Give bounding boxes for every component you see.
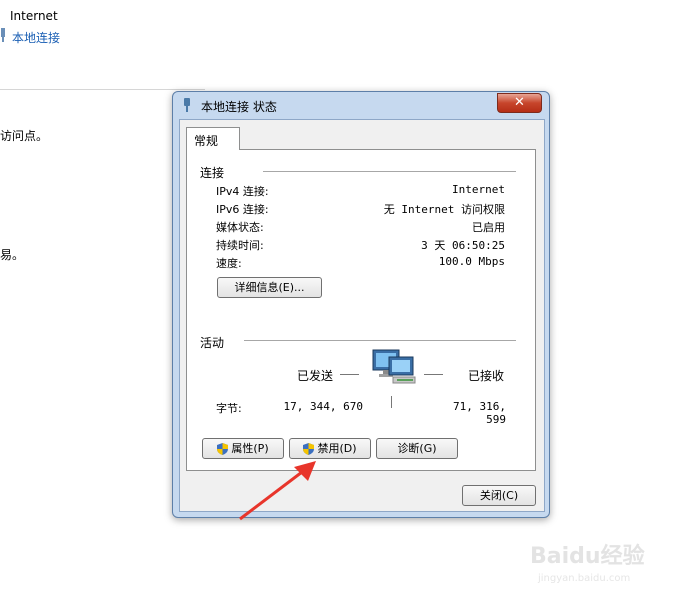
divider [0,89,205,90]
speed-label: 速度: [216,257,242,270]
ipv6-label: IPv6 连接: [216,203,269,216]
uac-shield-icon [303,443,315,455]
media-state-value: 已启用 [472,221,505,234]
duration-label: 持续时间: [216,239,264,252]
close-window-button[interactable]: ✕ [497,93,542,113]
connection-heading: 连接 [200,166,225,180]
activity-heading: 活动 [200,336,225,350]
properties-label: 属性(P) [231,442,269,455]
received-label: 已接收 [468,369,505,383]
dialog-client-area: 常规 连接 IPv4 连接: Internet IPv6 连接: 无 Inter… [179,119,545,512]
divider [391,396,392,408]
tab-label: 常规 [194,134,219,148]
connection-status-dialog: 本地连接 状态 ✕ 常规 连接 IPv4 连接: Internet IPv6 连… [172,91,550,518]
background-text: 易。 [0,248,25,262]
divider [340,374,359,375]
sent-label: 已发送 [297,369,334,383]
bytes-received-value: 71, 316, 599 [453,400,506,426]
network-adapter-icon [1,28,5,42]
annotation-arrow [239,461,316,521]
network-computers-icon [372,349,416,384]
ipv4-label: IPv4 连接: [216,185,269,198]
uac-shield-icon [217,443,229,455]
bytes-sent-value: 17, 344, 670 [283,400,363,413]
watermark-logo: Baidu经验 [530,544,645,569]
local-connection-link[interactable]: 本地连接 [12,29,60,46]
ipv4-value: Internet [452,183,505,196]
disable-label: 禁用(D) [317,442,357,455]
diagnose-button[interactable]: 诊断(G) [376,438,458,459]
window-title: Internet [10,9,58,23]
close-button[interactable]: 关闭(C) [462,485,536,506]
details-button[interactable]: 详细信息(E)... [217,277,322,298]
bytes-label: 字节: [216,402,242,415]
tab-panel: 连接 IPv4 连接: Internet IPv6 连接: 无 Internet… [186,149,536,471]
divider [263,171,516,172]
tab-general[interactable]: 常规 [186,127,240,150]
ipv6-value: 无 Internet 访问权限 [383,203,505,216]
network-adapter-icon [184,98,190,112]
divider [424,374,443,375]
dialog-title: 本地连接 状态 [201,100,277,114]
background-text: 访问点。 [0,129,49,143]
media-state-label: 媒体状态: [216,221,264,234]
divider [244,340,516,341]
duration-value: 3 天 06:50:25 [421,239,505,252]
watermark-url: jingyan.baidu.com [538,573,631,584]
speed-value: 100.0 Mbps [438,255,505,268]
